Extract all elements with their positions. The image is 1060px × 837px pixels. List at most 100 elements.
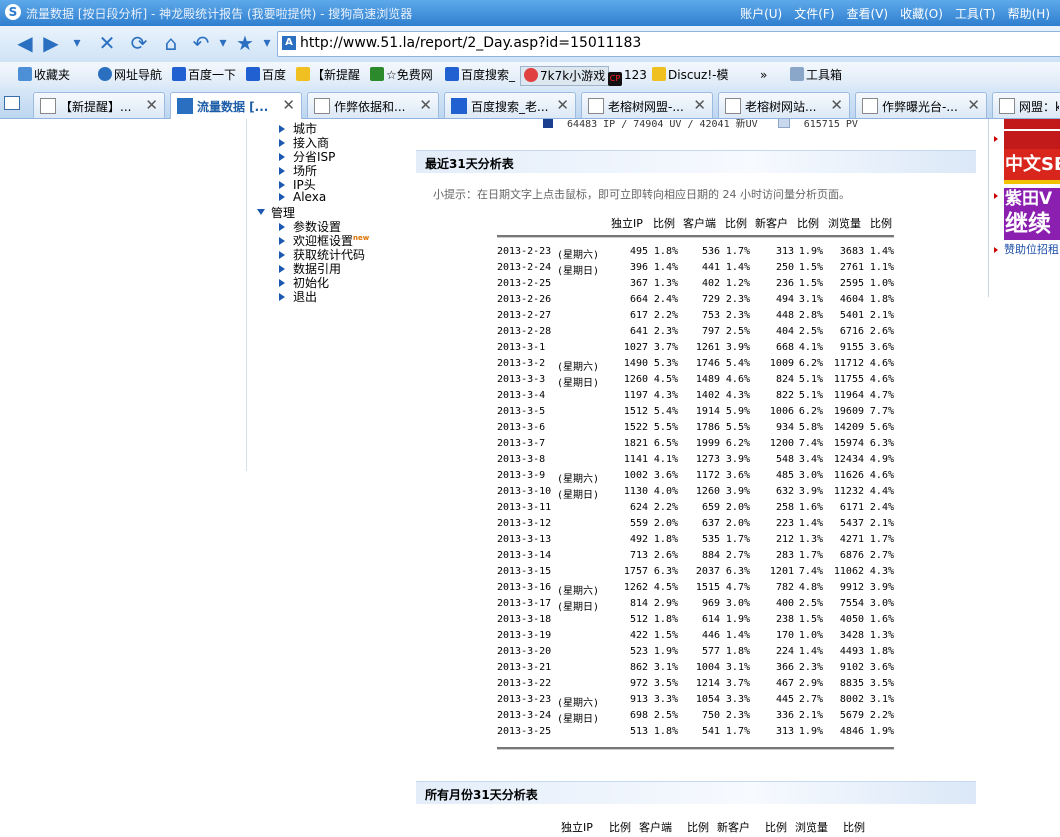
cell-ip: 862 [629,662,648,673]
ad-banner-red[interactable] [1004,131,1060,149]
cell-client-ratio: 4.6% [725,374,750,385]
undo-close-icon[interactable]: ↶ [190,32,212,54]
cell-date[interactable]: 2013-3-20 [497,646,567,657]
cell-date[interactable]: 2013-3-7 [497,438,567,449]
cell-ip: 1141 [623,454,648,465]
fav-baidu-search-2[interactable]: 百度搜索_ [445,66,515,84]
close-icon[interactable]: ✕ [556,96,569,114]
cell-date[interactable]: 2013-3-11 [497,502,567,513]
cell-date[interactable]: 2013-3-8 [497,454,567,465]
ad-banner-chinese-seo[interactable]: 中文SE [1004,149,1060,180]
cell-client-ratio: 2.5% [725,326,750,337]
legend-pv-text: 615715 PV [803,119,858,130]
cell-pv: 11712 [833,358,864,369]
refresh-icon[interactable]: ⟳ [128,32,150,54]
stop-icon[interactable]: ✕ [96,32,118,54]
menu-tools[interactable]: 工具(T) [955,5,996,22]
cell-date[interactable]: 2013-3-4 [497,390,567,401]
cell-pv-ratio: 4.6% [869,358,894,369]
cell-date[interactable]: 2013-3-18 [497,614,567,625]
close-icon[interactable]: ✕ [967,96,980,114]
cell-ip: 1490 [623,358,648,369]
tab-cheat-exposure[interactable]: 作弊曝光台-... ✕ [855,92,987,118]
toolbox-button[interactable]: 工具箱 [790,66,842,84]
page-content: 城市 接入商 分省ISP 场所 IP头 Alexa 管理 参数设置 欢迎框设置n… [0,119,1060,837]
cell-date[interactable]: 2013-2-26 [497,294,567,305]
close-icon[interactable]: ✕ [419,96,432,114]
ad-banner-purple[interactable]: 紫田V 继续 [1004,188,1060,240]
cell-date[interactable]: 2013-2-27 [497,310,567,321]
star-icon[interactable]: ★ [234,32,256,54]
cell-ip: 624 [629,502,648,513]
cell-pv: 11232 [833,486,864,497]
address-bar[interactable]: A http://www.51.la/report/2_Day.asp?id=1… [277,31,1060,57]
cell-client-ratio: 5.5% [725,422,750,433]
fav-baidu[interactable]: 百度 [246,66,286,84]
tab-list-icon[interactable] [4,96,20,110]
cell-date[interactable]: 2013-3-12 [497,518,567,529]
cell-ip-ratio: 3.7% [653,342,678,353]
menu-view[interactable]: 查看(V) [847,5,889,22]
fav-123[interactable]: CP 123 [608,66,647,86]
cell-date[interactable]: 2013-3-14 [497,550,567,561]
cell-pv-ratio: 1.1% [869,262,894,273]
tab-cheat-evidence[interactable]: 作弊依据和... ✕ [307,92,439,118]
more-favorites-button[interactable]: » [760,66,767,84]
fav-nav[interactable]: 网址导航 [98,66,162,84]
cell-pv: 3428 [839,630,864,641]
cell-date[interactable]: 2013-3-22 [497,678,567,689]
cell-date[interactable]: 2013-2-28 [497,326,567,337]
cell-date[interactable]: 2013-3-5 [497,406,567,417]
menu-help[interactable]: 帮助(H) [1008,5,1050,22]
tab-banyan-alliance[interactable]: 老榕树网盟-... ✕ [581,92,713,118]
cell-date[interactable]: 2013-3-25 [497,726,567,737]
fav-baidu-search[interactable]: 百度一下 [172,66,236,84]
cell-date[interactable]: 2013-3-21 [497,662,567,673]
cell-client-ratio: 1.7% [725,534,750,545]
cell-date[interactable]: 2013-3-13 [497,534,567,545]
cell-date[interactable]: 2013-2-25 [497,278,567,289]
tab-baidu-search[interactable]: 百度搜索_老... ✕ [444,92,576,118]
favorites-menu[interactable]: 收藏夹 [18,66,70,84]
cell-new: 212 [775,534,794,545]
fav-discuz[interactable]: Discuz!-模 [652,66,728,84]
cell-client-ratio: 1.2% [725,278,750,289]
cell-new: 824 [775,374,794,385]
cell-date[interactable]: 2013-3-19 [497,630,567,641]
cell-client: 1515 [695,582,720,593]
fav-7k7k[interactable]: 7k7k小游戏 [520,66,610,86]
undo-dropdown-icon[interactable]: ▾ [212,32,234,54]
arrow-right-icon [279,167,285,175]
tab-traffic-data[interactable]: 流量数据 [... ✕ [170,92,302,119]
cell-date[interactable]: 2013-3-1 [497,342,567,353]
fav-new-reminder[interactable]: 【新提醒 [296,66,360,84]
cell-pv-ratio: 2.7% [869,550,894,561]
close-icon[interactable]: ✕ [693,96,706,114]
sidebar-item-alexa[interactable]: Alexa [279,190,326,204]
close-icon[interactable]: ✕ [282,96,295,114]
cell-ip: 1821 [623,438,648,449]
cell-date[interactable]: 2013-3-15 [497,566,567,577]
menu-account[interactable]: 账户(U) [740,5,782,22]
star-dropdown-icon[interactable]: ▾ [256,32,278,54]
ad-banner-top[interactable] [1004,119,1060,129]
close-icon[interactable]: ✕ [830,96,843,114]
menu-file[interactable]: 文件(F) [794,5,834,22]
forward-icon[interactable]: ▶ [40,32,62,54]
bullet-icon [994,136,998,142]
tab-banyan-site[interactable]: 老榕树网站... ✕ [718,92,850,118]
home-icon[interactable]: ⌂ [160,32,182,54]
cell-pv-ratio: 1.6% [869,614,894,625]
ad-sponsor-link[interactable]: 赞助位招租 [1004,241,1059,257]
cell-date[interactable]: 2013-3-6 [497,422,567,433]
tab-alliance[interactable]: 网盟：k [992,92,1060,118]
back-icon[interactable]: ◀ [14,32,36,54]
fav-free[interactable]: ☆免费网 [370,66,433,84]
address-url: http://www.51.la/report/2_Day.asp?id=150… [300,35,642,51]
menu-favorites[interactable]: 收藏(O) [900,5,943,22]
tab-new-reminder[interactable]: 【新提醒】... ✕ [33,92,165,118]
dropdown-icon[interactable]: ▾ [66,32,88,54]
sidebar-item-logout[interactable]: 退出 [279,288,317,305]
cell-ip-ratio: 2.9% [653,598,678,609]
close-icon[interactable]: ✕ [145,96,158,114]
